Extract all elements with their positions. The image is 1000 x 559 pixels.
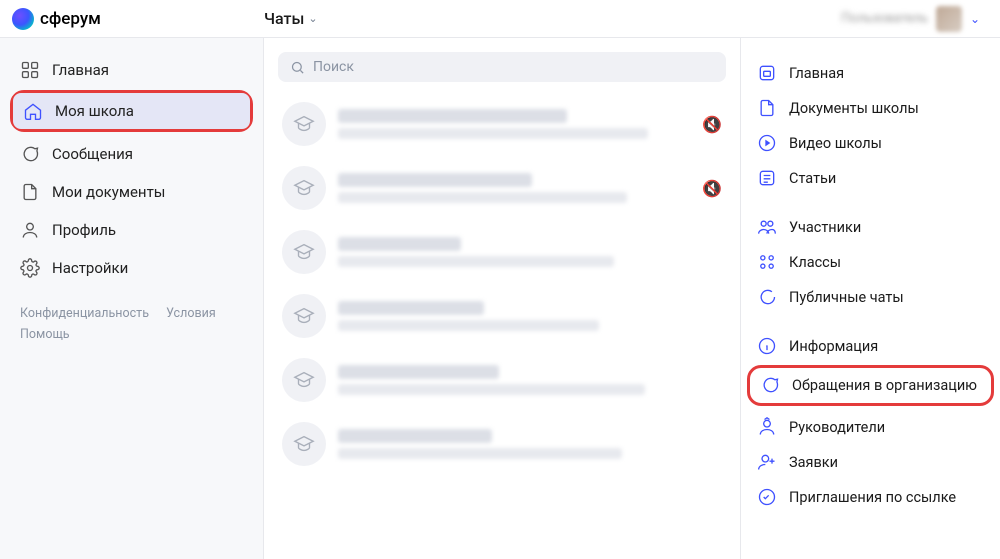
chevron-down-icon: ⌄ [970, 12, 980, 26]
logo[interactable]: сферум [12, 8, 264, 30]
gear-icon [20, 258, 40, 278]
link-terms[interactable]: Условия [166, 306, 216, 321]
graduation-icon [282, 422, 326, 466]
graduation-icon [282, 102, 326, 146]
right-item-label: Статьи [789, 170, 836, 187]
user-plus-icon [757, 452, 777, 472]
right-item-managers[interactable]: Руководители [747, 410, 994, 444]
logo-icon [12, 8, 34, 30]
link-help[interactable]: Помощь [20, 327, 70, 342]
graduation-icon [282, 294, 326, 338]
right-item-members[interactable]: Участники [747, 210, 994, 244]
mute-icon: 🔇 [702, 115, 722, 134]
document-icon [20, 182, 40, 202]
chat-row[interactable]: 🔇 [278, 156, 726, 220]
right-item-home[interactable]: Главная [747, 56, 994, 90]
page-title-dropdown[interactable]: Чаты ⌄ [264, 9, 318, 28]
right-item-label: Участники [789, 219, 861, 236]
user-menu[interactable]: Пользователь ⌄ [841, 6, 980, 32]
sidebar-item-school[interactable]: Моя школа [13, 93, 250, 129]
mute-icon: 🔇 [702, 179, 722, 198]
sidebar: Главная Моя школа Сообщения Мои документ… [0, 38, 264, 559]
sidebar-item-label: Настройки [52, 259, 128, 277]
highlight-my-school: Моя школа [10, 90, 253, 132]
right-item-classes[interactable]: Классы [747, 245, 994, 279]
chat-icon [760, 375, 780, 395]
footer-links: Конфиденциальность Условия Помощь [10, 306, 253, 342]
sidebar-item-label: Мои документы [52, 183, 165, 201]
logo-text: сферум [40, 9, 101, 29]
chat-row[interactable]: 🔇 [278, 92, 726, 156]
right-item-label: Документы школы [789, 100, 919, 117]
right-item-org-requests[interactable]: Обращения в организацию [750, 368, 991, 402]
right-item-label: Приглашения по ссылке [789, 489, 956, 506]
page-title: Чаты [264, 9, 304, 28]
sidebar-item-label: Моя школа [55, 102, 134, 120]
right-item-video[interactable]: Видео школы [747, 126, 994, 160]
topbar: сферум Чаты ⌄ Пользователь ⌄ [0, 0, 1000, 38]
right-item-label: Руководители [789, 419, 885, 436]
home-icon [757, 63, 777, 83]
sidebar-item-profile[interactable]: Профиль [10, 212, 253, 248]
sidebar-item-label: Сообщения [52, 145, 133, 163]
right-item-invites[interactable]: Приглашения по ссылке [747, 480, 994, 514]
highlight-requests: Обращения в организацию [747, 365, 994, 406]
right-item-info[interactable]: Информация [747, 329, 994, 363]
graduation-icon [282, 230, 326, 274]
link-icon [757, 487, 777, 507]
article-icon [757, 168, 777, 188]
right-item-label: Публичные чаты [789, 289, 904, 306]
manager-icon [757, 417, 777, 437]
chat-row[interactable] [278, 348, 726, 412]
graduation-icon [282, 358, 326, 402]
search-placeholder: Поиск [313, 59, 354, 75]
right-item-applications[interactable]: Заявки [747, 445, 994, 479]
grid-icon [20, 60, 40, 80]
chats-icon [757, 287, 777, 307]
right-item-docs[interactable]: Документы школы [747, 91, 994, 125]
right-item-public-chats[interactable]: Публичные чаты [747, 280, 994, 314]
chat-icon [20, 144, 40, 164]
sidebar-item-messages[interactable]: Сообщения [10, 136, 253, 172]
right-item-label: Главная [789, 65, 844, 82]
right-item-label: Видео школы [789, 135, 882, 152]
chevron-down-icon: ⌄ [308, 12, 317, 25]
sidebar-item-home[interactable]: Главная [10, 52, 253, 88]
graduation-icon [282, 166, 326, 210]
play-icon [757, 133, 777, 153]
avatar [936, 6, 962, 32]
right-item-label: Классы [789, 254, 841, 271]
members-icon [757, 217, 777, 237]
chat-list-pane: Поиск 🔇 🔇 [264, 38, 740, 559]
classes-icon [757, 252, 777, 272]
profile-icon [20, 220, 40, 240]
school-icon [23, 101, 43, 121]
document-icon [757, 98, 777, 118]
search-input[interactable]: Поиск [278, 52, 726, 82]
right-item-label: Информация [789, 338, 878, 355]
sidebar-item-settings[interactable]: Настройки [10, 250, 253, 286]
link-privacy[interactable]: Конфиденциальность [20, 306, 149, 321]
sidebar-item-label: Главная [52, 61, 109, 79]
chat-row[interactable] [278, 284, 726, 348]
chat-row[interactable] [278, 220, 726, 284]
right-item-label: Обращения в организацию [792, 377, 977, 394]
user-name: Пользователь [841, 11, 928, 26]
search-icon [290, 60, 305, 75]
chat-row[interactable] [278, 412, 726, 476]
right-item-label: Заявки [789, 454, 838, 471]
right-menu: Главная Документы школы Видео школы Стат… [740, 38, 1000, 559]
sidebar-item-label: Профиль [52, 221, 116, 239]
right-item-articles[interactable]: Статьи [747, 161, 994, 195]
sidebar-item-documents[interactable]: Мои документы [10, 174, 253, 210]
info-icon [757, 336, 777, 356]
